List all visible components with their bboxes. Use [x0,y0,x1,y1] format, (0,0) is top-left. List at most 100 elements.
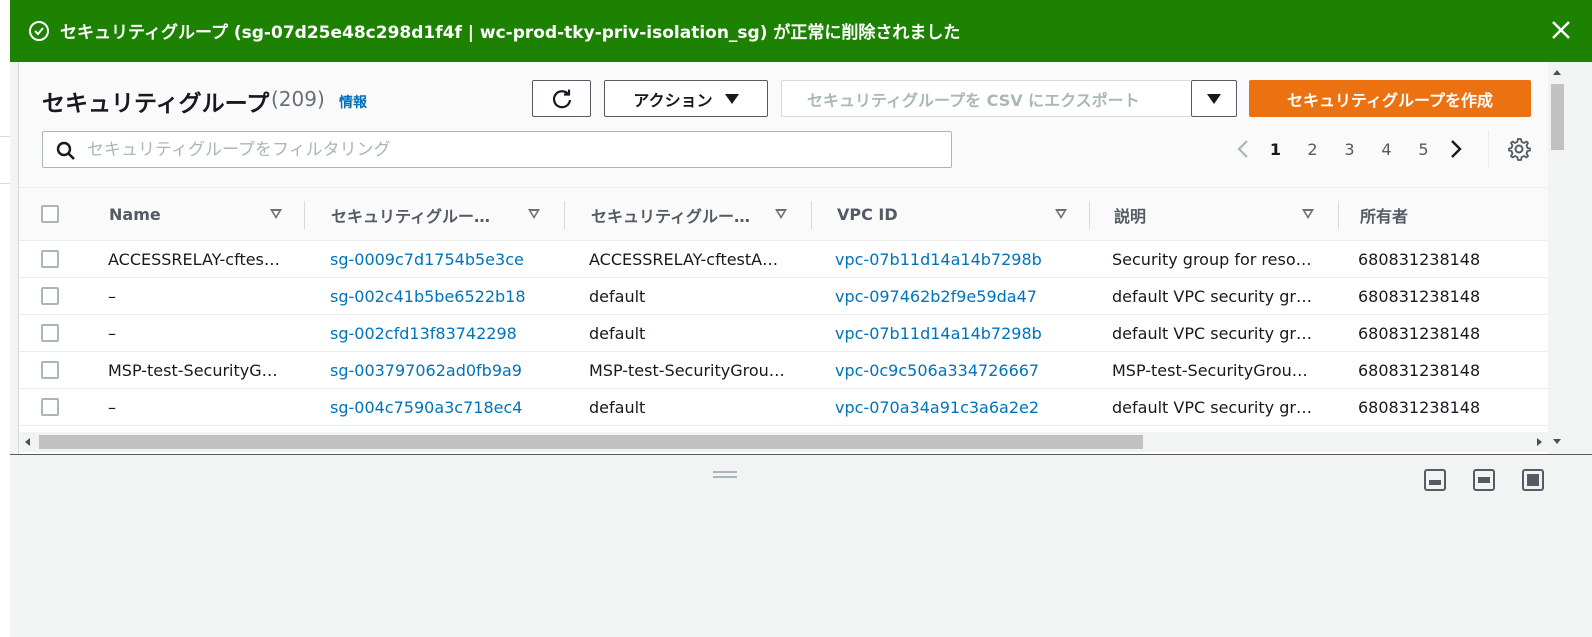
table-header-area: セキュリティグループ (209) 情報 アクション セキュリティグループを CS… [19,62,1567,188]
cell-description: Security group for reso… [1112,250,1312,269]
info-link[interactable]: 情報 [339,92,367,112]
cell-sg-id-link[interactable]: sg-004c7590a3c718ec4 [330,389,560,426]
table-row[interactable]: – sg-002c41b5be6522b18 default vpc-09746… [19,278,1548,315]
cell-description: default VPC security gr… [1112,287,1312,306]
refresh-button[interactable] [532,80,591,117]
column-header-sg-name[interactable]: セキュリティグルー… [591,188,813,241]
caret-down-icon [1207,93,1221,104]
next-page-button[interactable] [1442,134,1470,164]
pagination: 1 2 3 4 5 [1229,130,1531,168]
split-full-icon[interactable] [1522,469,1544,491]
divider [304,201,305,229]
split-bottom-icon[interactable] [1424,469,1446,491]
table-row[interactable]: – sg-002cfd13f83742298 default vpc-07b11… [19,315,1548,352]
sort-icon[interactable] [528,209,540,219]
column-header-description[interactable]: 説明 [1114,188,1339,241]
export-dropdown-button[interactable] [1191,80,1237,117]
sort-icon[interactable] [270,209,282,219]
column-header-sg-id[interactable]: セキュリティグルー… [331,188,566,241]
vertical-scroll-thumb[interactable] [1551,84,1564,150]
column-header-vpc-id[interactable]: VPC ID [837,188,1090,241]
flash-message: セキュリティグループ (sg-07d25e48c298d1f4f | wc-pr… [60,23,961,43]
page-4[interactable]: 4 [1368,140,1405,159]
horizontal-scroll-thumb[interactable] [39,435,1143,449]
cell-sg-id-link[interactable]: sg-002cfd13f83742298 [330,315,560,352]
success-flash-banner: セキュリティグループ (sg-07d25e48c298d1f4f | wc-pr… [10,0,1592,62]
group-count: (209) [271,87,325,111]
cell-owner: 680831238148 [1358,398,1481,417]
gear-icon[interactable] [1507,137,1531,161]
divider [0,183,10,184]
cell-sg-name: default [589,324,646,343]
vertical-scrollbar[interactable] [1548,62,1567,454]
cell-sg-name: default [589,287,646,306]
cell-name: – [108,398,116,417]
resize-handle-icon[interactable] [713,471,737,478]
divider [1338,201,1339,229]
cell-vpc-id-link[interactable]: vpc-07b11d14a14b7298b [835,241,1085,278]
table-row[interactable]: MSP-test-SecurityG… sg-003797062ad0fb9a9… [19,352,1548,389]
chevron-right-icon [1451,140,1462,158]
search-icon [56,141,75,160]
select-all-checkbox[interactable] [41,205,59,223]
filter-field[interactable] [42,131,952,168]
divider [811,201,812,229]
divider [0,136,10,137]
split-panel [10,455,1592,637]
row-checkbox[interactable] [41,250,59,268]
chevron-left-icon [1237,140,1248,158]
horizontal-scrollbar[interactable] [19,432,1548,452]
cell-vpc-id-link[interactable]: vpc-0c9c506a334726667 [835,352,1085,389]
column-header-owner[interactable]: 所有者 [1360,188,1540,241]
scroll-right-arrow-icon[interactable] [1537,438,1542,446]
scroll-down-arrow-icon[interactable] [1553,439,1561,444]
caret-down-icon [724,93,739,104]
sort-icon[interactable] [1302,209,1314,219]
row-checkbox[interactable] [41,361,59,379]
cell-sg-id-link[interactable]: sg-002c41b5be6522b18 [330,278,560,315]
cell-name: – [108,324,116,343]
cell-vpc-id-link[interactable]: vpc-070a34a91c3a6a2e2 [835,389,1085,426]
table-row[interactable]: ACCESSRELAY-cftes… sg-0009c7d1754b5e3ce … [19,241,1548,278]
column-header-name[interactable]: Name [109,188,305,241]
divider [564,201,565,229]
divider [1488,130,1489,168]
page-1[interactable]: 1 [1257,140,1294,159]
page-3[interactable]: 3 [1331,140,1368,159]
filter-input[interactable] [87,137,937,163]
close-icon[interactable] [1548,17,1574,43]
page-2[interactable]: 2 [1294,140,1331,159]
table-column-headers: Name セキュリティグルー… セキュリティグルー… VPC ID 説明 所有者 [19,188,1548,241]
export-csv-button[interactable]: セキュリティグループを CSV にエクスポート [781,80,1191,117]
row-checkbox[interactable] [41,287,59,305]
refresh-icon [552,89,571,108]
left-edge-strip [0,0,10,637]
table-row[interactable]: – sg-004c7590a3c718ec4 default vpc-070a3… [19,389,1548,426]
cell-owner: 680831238148 [1358,287,1481,306]
cell-description: default VPC security gr… [1112,324,1312,343]
page-5[interactable]: 5 [1405,140,1442,159]
sort-icon[interactable] [775,209,787,219]
row-checkbox[interactable] [41,324,59,342]
success-check-icon [29,21,49,41]
actions-dropdown-button[interactable]: アクション [604,80,768,117]
prev-page-button[interactable] [1229,134,1257,164]
actions-label: アクション [633,90,713,110]
scroll-up-arrow-icon[interactable] [1553,70,1561,75]
split-side-icon[interactable] [1473,469,1495,491]
cell-name: – [108,287,116,306]
cell-sg-id-link[interactable]: sg-003797062ad0fb9a9 [330,352,560,389]
cell-owner: 680831238148 [1358,250,1481,269]
row-checkbox[interactable] [41,398,59,416]
cell-vpc-id-link[interactable]: vpc-07b11d14a14b7298b [835,315,1085,352]
scroll-left-arrow-icon[interactable] [25,438,30,446]
cell-sg-id-link[interactable]: sg-0009c7d1754b5e3ce [330,241,560,278]
sort-icon[interactable] [1055,209,1067,219]
cell-owner: 680831238148 [1358,324,1481,343]
page-title: セキュリティグループ [42,91,270,117]
cell-vpc-id-link[interactable]: vpc-097462b2f9e59da47 [835,278,1085,315]
cell-name: ACCESSRELAY-cftes… [108,250,280,269]
create-security-group-button[interactable]: セキュリティグループを作成 [1249,80,1531,117]
cell-sg-name: MSP-test-SecurityGrou… [589,361,785,380]
cell-description: MSP-test-SecurityGrou… [1112,361,1308,380]
